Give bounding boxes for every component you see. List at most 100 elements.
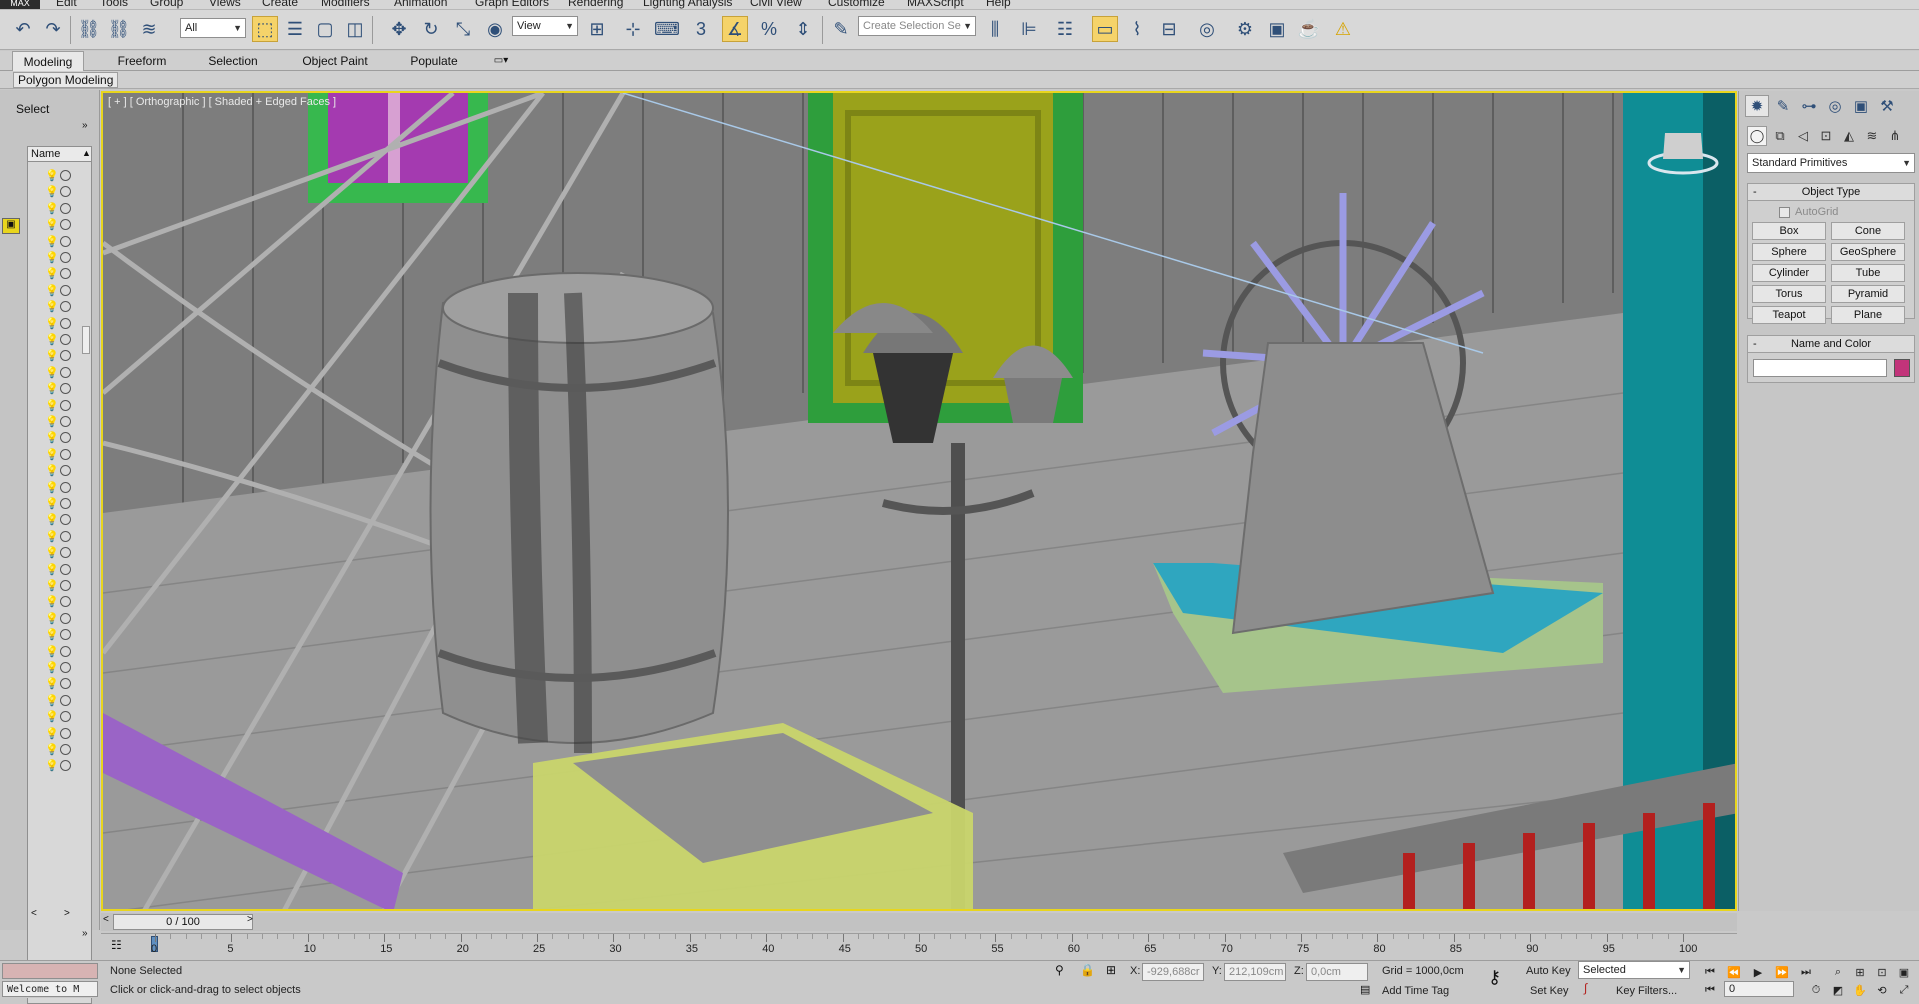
viewport-perspective[interactable] bbox=[101, 91, 1737, 911]
shapes-icon[interactable]: ⧉ bbox=[1770, 126, 1790, 146]
light-bulb-icon[interactable]: 💡 bbox=[45, 203, 59, 215]
curve-editor-icon[interactable]: ⌇ bbox=[1124, 16, 1150, 42]
freeze-toggle-icon[interactable] bbox=[60, 580, 71, 591]
scene-list-scrollbar[interactable] bbox=[82, 326, 90, 354]
light-bulb-icon[interactable]: 💡 bbox=[45, 432, 59, 444]
freeze-toggle-icon[interactable] bbox=[60, 284, 71, 296]
menu-civil-view[interactable]: Civil View bbox=[750, 0, 802, 9]
object-type-header[interactable]: - Object Type bbox=[1747, 183, 1915, 201]
light-bulb-icon[interactable]: 💡 bbox=[45, 301, 59, 313]
freeze-toggle-icon[interactable] bbox=[60, 547, 71, 559]
category-dropdown[interactable]: Standard Primitives ▼ bbox=[1747, 153, 1915, 173]
menu-graph-editors[interactable]: Graph Editors bbox=[475, 0, 549, 9]
scene-list-item[interactable]: 💡 bbox=[45, 693, 81, 709]
freeze-toggle-icon[interactable] bbox=[60, 629, 71, 641]
light-bulb-icon[interactable]: 💡 bbox=[45, 465, 59, 477]
freeze-toggle-icon[interactable] bbox=[60, 481, 71, 493]
app-logo[interactable]: MAX bbox=[0, 0, 40, 9]
light-bulb-icon[interactable]: 💡 bbox=[45, 334, 59, 346]
light-bulb-icon[interactable]: 💡 bbox=[45, 285, 59, 297]
render-setup-icon[interactable]: ⚙ bbox=[1232, 16, 1258, 42]
freeze-toggle-icon[interactable] bbox=[60, 416, 71, 427]
zoom-extents-all-icon[interactable]: ▣ bbox=[1894, 963, 1914, 981]
scene-list-item[interactable]: 💡 bbox=[45, 726, 81, 742]
tab-modeling[interactable]: Modeling bbox=[12, 51, 84, 71]
spinner-snap-icon[interactable]: ⇕ bbox=[790, 16, 816, 42]
scene-list-item[interactable]: 💡 bbox=[45, 348, 81, 364]
key-filters-button[interactable]: Key Filters... bbox=[1616, 985, 1677, 997]
freeze-toggle-icon[interactable] bbox=[60, 744, 71, 755]
menu-group[interactable]: Group bbox=[150, 0, 183, 9]
undo-icon[interactable]: ↶ bbox=[10, 16, 36, 42]
scene-list-item[interactable]: 💡 bbox=[45, 660, 81, 676]
menu-customize[interactable]: Customize bbox=[828, 0, 885, 9]
scene-list-item[interactable]: 💡 bbox=[45, 758, 81, 774]
set-key-curve-icon[interactable]: ∫ bbox=[1584, 981, 1587, 995]
scene-list-item[interactable]: 💡 bbox=[45, 709, 81, 725]
reference-coordinate-dropdown[interactable]: View ▼ bbox=[512, 16, 578, 36]
create-tab-icon[interactable]: ✹ bbox=[1745, 95, 1769, 117]
teapot-button[interactable]: Teapot bbox=[1752, 306, 1826, 324]
light-bulb-icon[interactable]: 💡 bbox=[45, 400, 59, 412]
menu-views[interactable]: Views bbox=[209, 0, 241, 9]
select-manipulate-icon[interactable]: ⊹ bbox=[620, 16, 646, 42]
freeze-toggle-icon[interactable] bbox=[60, 612, 71, 624]
previous-frame-icon[interactable]: ⏪ bbox=[1724, 963, 1744, 981]
select-by-name-icon[interactable]: ☰ bbox=[282, 16, 308, 42]
light-bulb-icon[interactable]: 💡 bbox=[45, 711, 59, 723]
scene-list-item[interactable]: 💡 bbox=[45, 250, 81, 266]
pyramid-button[interactable]: Pyramid bbox=[1831, 285, 1905, 303]
play-icon[interactable]: ▶ bbox=[1748, 963, 1768, 981]
freeze-toggle-icon[interactable] bbox=[60, 235, 71, 247]
freeze-toggle-icon[interactable] bbox=[60, 727, 71, 739]
time-slider[interactable]: < 0 / 100 > bbox=[101, 913, 1737, 931]
key-mode-toggle-icon[interactable]: ⏮ bbox=[1700, 981, 1720, 999]
x-coordinate-field[interactable]: -929,688cr bbox=[1142, 963, 1204, 981]
light-bulb-icon[interactable]: 💡 bbox=[45, 596, 59, 608]
schematic-view-icon[interactable]: ⊟ bbox=[1156, 16, 1182, 42]
box-button[interactable]: Box bbox=[1752, 222, 1826, 240]
object-name-input[interactable] bbox=[1753, 359, 1887, 377]
keyboard-shortcut-override-icon[interactable]: ⌨ bbox=[654, 16, 680, 42]
space-warps-icon[interactable]: ≋ bbox=[1862, 126, 1882, 146]
menu-modifiers[interactable]: Modifiers bbox=[321, 0, 370, 9]
scene-list-item[interactable]: 💡 bbox=[45, 201, 81, 217]
add-time-tag[interactable]: Add Time Tag bbox=[1382, 985, 1449, 997]
freeze-toggle-icon[interactable] bbox=[60, 252, 71, 263]
display-tab-icon[interactable]: ▣ bbox=[1849, 95, 1873, 117]
snaps-toggle-icon[interactable]: 3 bbox=[688, 16, 714, 42]
light-bulb-icon[interactable]: 💡 bbox=[45, 350, 59, 362]
light-bulb-icon[interactable]: 💡 bbox=[45, 695, 59, 707]
ribbon-panel-polygon-modeling[interactable]: Polygon Modeling bbox=[13, 72, 119, 88]
light-bulb-icon[interactable]: 💡 bbox=[45, 514, 59, 526]
sphere-button[interactable]: Sphere bbox=[1752, 243, 1826, 261]
select-and-rotate-icon[interactable]: ↻ bbox=[418, 16, 444, 42]
angle-snap-icon[interactable]: ∡ bbox=[722, 16, 748, 42]
motion-tab-icon[interactable]: ◎ bbox=[1823, 95, 1847, 117]
add-time-tag-icon[interactable]: ▤ bbox=[1360, 983, 1370, 996]
freeze-toggle-icon[interactable] bbox=[60, 432, 71, 444]
scene-list-item[interactable]: 💡 bbox=[45, 381, 81, 397]
lights-icon[interactable]: ◁ bbox=[1793, 126, 1813, 146]
light-bulb-icon[interactable]: 💡 bbox=[45, 646, 59, 658]
light-bulb-icon[interactable]: 💡 bbox=[45, 449, 59, 461]
scene-list-item[interactable]: 💡 bbox=[45, 562, 81, 578]
menu-rendering[interactable]: Rendering bbox=[568, 0, 623, 9]
menu-maxscript[interactable]: MAXScript bbox=[907, 0, 964, 9]
freeze-toggle-icon[interactable] bbox=[60, 334, 71, 345]
freeze-toggle-icon[interactable] bbox=[60, 366, 71, 378]
light-bulb-icon[interactable]: 💡 bbox=[45, 482, 59, 494]
ribbon-options-icon[interactable]: ▭▾ bbox=[486, 51, 516, 71]
time-slider-handle[interactable]: 0 / 100 bbox=[113, 914, 253, 930]
tab-object-paint[interactable]: Object Paint bbox=[290, 51, 380, 71]
sort-icon[interactable]: ▲ bbox=[82, 148, 91, 158]
scene-list-item[interactable]: 💡 bbox=[45, 217, 81, 233]
orbit-icon[interactable]: ⟲ bbox=[1872, 981, 1892, 999]
light-bulb-icon[interactable]: 💡 bbox=[45, 744, 59, 756]
freeze-toggle-icon[interactable] bbox=[60, 383, 71, 395]
geosphere-button[interactable]: GeoSphere bbox=[1831, 243, 1905, 261]
zoom-all-icon[interactable]: ⊞ bbox=[1850, 963, 1870, 981]
key-mode-dropdown[interactable]: Selected ▼ bbox=[1578, 961, 1690, 979]
scene-list-item[interactable]: 💡 bbox=[45, 545, 81, 561]
light-bulb-icon[interactable]: 💡 bbox=[45, 678, 59, 690]
